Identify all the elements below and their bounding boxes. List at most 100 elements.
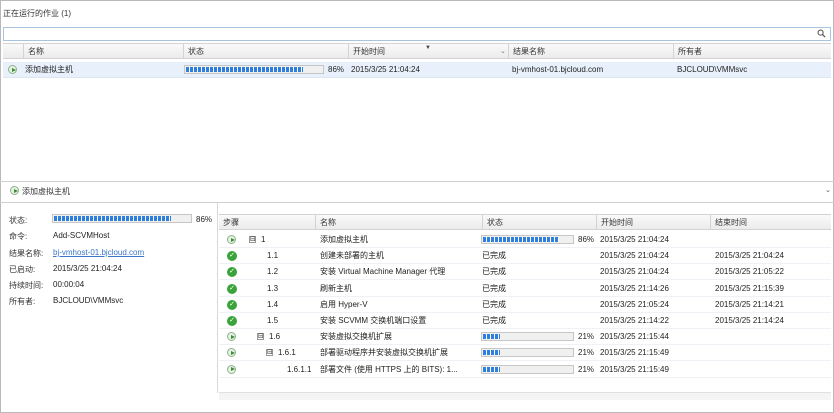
step-status: 已完成 <box>482 267 506 277</box>
column-header-status[interactable]: 状态 <box>183 44 348 59</box>
step-start-time: 2015/3/25 21:04:24 <box>600 251 669 261</box>
step-start-time: 2015/3/25 21:15:49 <box>600 364 669 374</box>
step-name: 刷新主机 <box>320 283 352 293</box>
column-header-start-time[interactable]: 开始时间 <box>596 215 710 230</box>
table-row[interactable]: ⊟ 1 添加虚拟主机 86% 2015/3/25 21:04:24 <box>219 232 831 248</box>
step-end-time: 2015/3/25 21:04:24 <box>715 251 784 261</box>
column-header-owner[interactable]: 所有者 <box>673 44 831 59</box>
table-row[interactable]: 添加虚拟主机 86% 2015/3/25 21:04:24 bj-vmhost-… <box>3 62 831 78</box>
column-header-name[interactable]: 名称 <box>315 215 482 230</box>
step-progress-bar <box>481 348 574 358</box>
step-status: 已完成 <box>482 283 506 293</box>
step-name: 创建未部署的主机 <box>320 251 384 261</box>
table-row[interactable]: ✓ 1.3 刷新主机 已完成 2015/3/25 21:14:26 2015/3/25 2… <box>219 281 831 297</box>
step-end-time: 2015/3/25 21:15:39 <box>715 283 784 293</box>
step-start-time: 2015/3/25 21:14:22 <box>600 316 669 325</box>
step-name: 部署驱动程序并安装虚拟交换机扩展 <box>320 348 448 358</box>
step-number: 1.1 <box>267 251 279 261</box>
table-row[interactable]: ✓ 1.4 启用 Hyper-V 已完成 2015/3/25 21:05:24 2015/… <box>219 297 831 313</box>
step-name: 添加虚拟主机 <box>320 235 368 244</box>
duration-label: 持续时间: <box>9 281 44 290</box>
step-status: 21% <box>578 332 595 342</box>
step-status: 已完成 <box>482 316 506 325</box>
search-input[interactable] <box>3 27 831 41</box>
step-progress-fill <box>483 334 501 340</box>
step-status: 21% <box>578 364 595 374</box>
column-header-end-time[interactable]: 结束时间 <box>710 215 831 230</box>
step-end-time: 2015/3/25 21:05:22 <box>715 267 784 277</box>
collapse-icon[interactable]: ⊟ <box>257 333 264 341</box>
result-name-link[interactable]: bj-vmhost-01.bjcloud.com <box>53 248 144 257</box>
collapse-icon[interactable]: ⊟ <box>266 349 273 357</box>
step-start-time: 2015/3/25 21:15:44 <box>600 332 669 342</box>
step-number: 1.4 <box>267 299 279 309</box>
step-progress-bar <box>481 235 574 244</box>
command-value: Add-SCVMHost <box>53 231 110 240</box>
table-row[interactable]: ✓ 1.5 安装 SCVMM 交换机端口设置 已完成 2015/3/25 21:14:2… <box>219 313 831 329</box>
jobs-grid-empty-area <box>3 79 831 179</box>
job-owner: BJCLOUD\VMMsvc <box>677 65 748 74</box>
table-row[interactable]: ✓ 1.1 创建未部署的主机 已完成 2015/3/25 21:04:24 2015/3/… <box>219 248 831 265</box>
table-row[interactable]: ⊟ 1.6.1 部署驱动程序并安装虚拟交换机扩展 21% 2015/3/25 21:15… <box>219 345 831 362</box>
running-icon <box>227 332 236 342</box>
duration-value: 00:00:04 <box>53 280 85 289</box>
job-result-name: bj-vmhost-01.bjcloud.com <box>512 65 604 74</box>
step-progress-bar <box>481 332 574 342</box>
collapse-icon[interactable]: ⊟ <box>249 236 256 243</box>
step-name: 启用 Hyper-V <box>320 299 368 309</box>
step-name: 安装 SCVMM 交换机端口设置 <box>320 316 427 325</box>
step-name: 部署文件 (使用 HTTPS 上的 BITS): 1... <box>320 364 458 374</box>
step-number: 1 <box>261 235 266 244</box>
check-icon: ✓ <box>227 316 237 326</box>
table-row[interactable]: 1.6.1.1 部署文件 (使用 HTTPS 上的 BITS): 1... 21% 2… <box>219 362 831 378</box>
command-label: 命令: <box>9 232 28 241</box>
step-start-time: 2015/3/25 21:04:24 <box>600 235 669 244</box>
step-number: 1.3 <box>267 283 279 293</box>
running-icon <box>227 348 236 358</box>
column-header-icon[interactable] <box>3 44 23 59</box>
check-icon: ✓ <box>227 299 237 310</box>
jobs-grid-header: 名称 状态 开始时间 结果名称 所有者 ▼ ⌄ <box>3 43 831 59</box>
started-label: 已启动: <box>9 265 36 274</box>
column-header-step[interactable]: 步骤 <box>219 215 315 230</box>
step-start-time: 2015/3/25 21:05:24 <box>600 299 669 309</box>
table-row[interactable]: ⊟ 1.6 安装虚拟交换机扩展 21% 2015/3/25 21:15:44 <box>219 329 831 346</box>
divider <box>217 203 218 393</box>
check-icon: ✓ <box>227 267 237 278</box>
step-number: 1.6 <box>269 332 281 342</box>
running-icon <box>227 235 236 244</box>
step-start-time: 2015/3/25 21:14:26 <box>600 283 669 293</box>
chevron-down-icon[interactable]: ⌄ <box>500 47 506 55</box>
check-icon: ✓ <box>227 251 237 262</box>
job-progress-text: 86% <box>328 65 345 74</box>
column-header-name[interactable]: 名称 <box>23 44 183 59</box>
running-icon <box>227 364 236 374</box>
details-progress-text: 86% <box>196 215 213 224</box>
step-status: 86% <box>578 235 595 244</box>
column-header-status[interactable]: 状态 <box>482 215 596 230</box>
horizontal-scrollbar[interactable] <box>219 392 831 400</box>
step-progress-fill <box>483 350 501 356</box>
step-progress-fill <box>483 237 560 242</box>
column-header-result-name[interactable]: 结果名称 <box>508 44 673 59</box>
job-progress-bar <box>184 65 324 74</box>
step-number: 1.5 <box>267 316 279 325</box>
details-title: 添加虚拟主机 <box>22 187 70 196</box>
search-icon[interactable] <box>817 29 826 38</box>
job-start-time: 2015/3/25 21:04:24 <box>351 65 420 74</box>
started-value: 2015/3/25 21:04:24 <box>53 264 122 273</box>
step-status: 21% <box>578 348 595 358</box>
step-name: 安装 Virtual Machine Manager 代理 <box>320 267 446 277</box>
step-progress-fill <box>483 366 501 372</box>
owner-value: BJCLOUD\VMMsvc <box>53 296 124 305</box>
sort-descending-icon: ▼ <box>425 45 431 51</box>
details-progress-fill <box>54 216 171 221</box>
step-end-time: 2015/3/25 21:14:21 <box>715 299 784 309</box>
step-status: 已完成 <box>482 251 506 261</box>
chevron-down-icon[interactable]: ⌄ <box>825 186 831 194</box>
step-progress-bar <box>481 364 574 374</box>
job-progress-fill <box>186 67 303 72</box>
table-row[interactable]: ✓ 1.2 安装 Virtual Machine Manager 代理 已完成 2015… <box>219 264 831 281</box>
steps-grid-header: 步骤 名称 状态 开始时间 结束时间 <box>219 214 831 230</box>
steps-grid: 步骤 名称 状态 开始时间 结束时间 ⊟ 1 添加虚拟主机 86% 2015/3/25 … <box>219 214 831 380</box>
